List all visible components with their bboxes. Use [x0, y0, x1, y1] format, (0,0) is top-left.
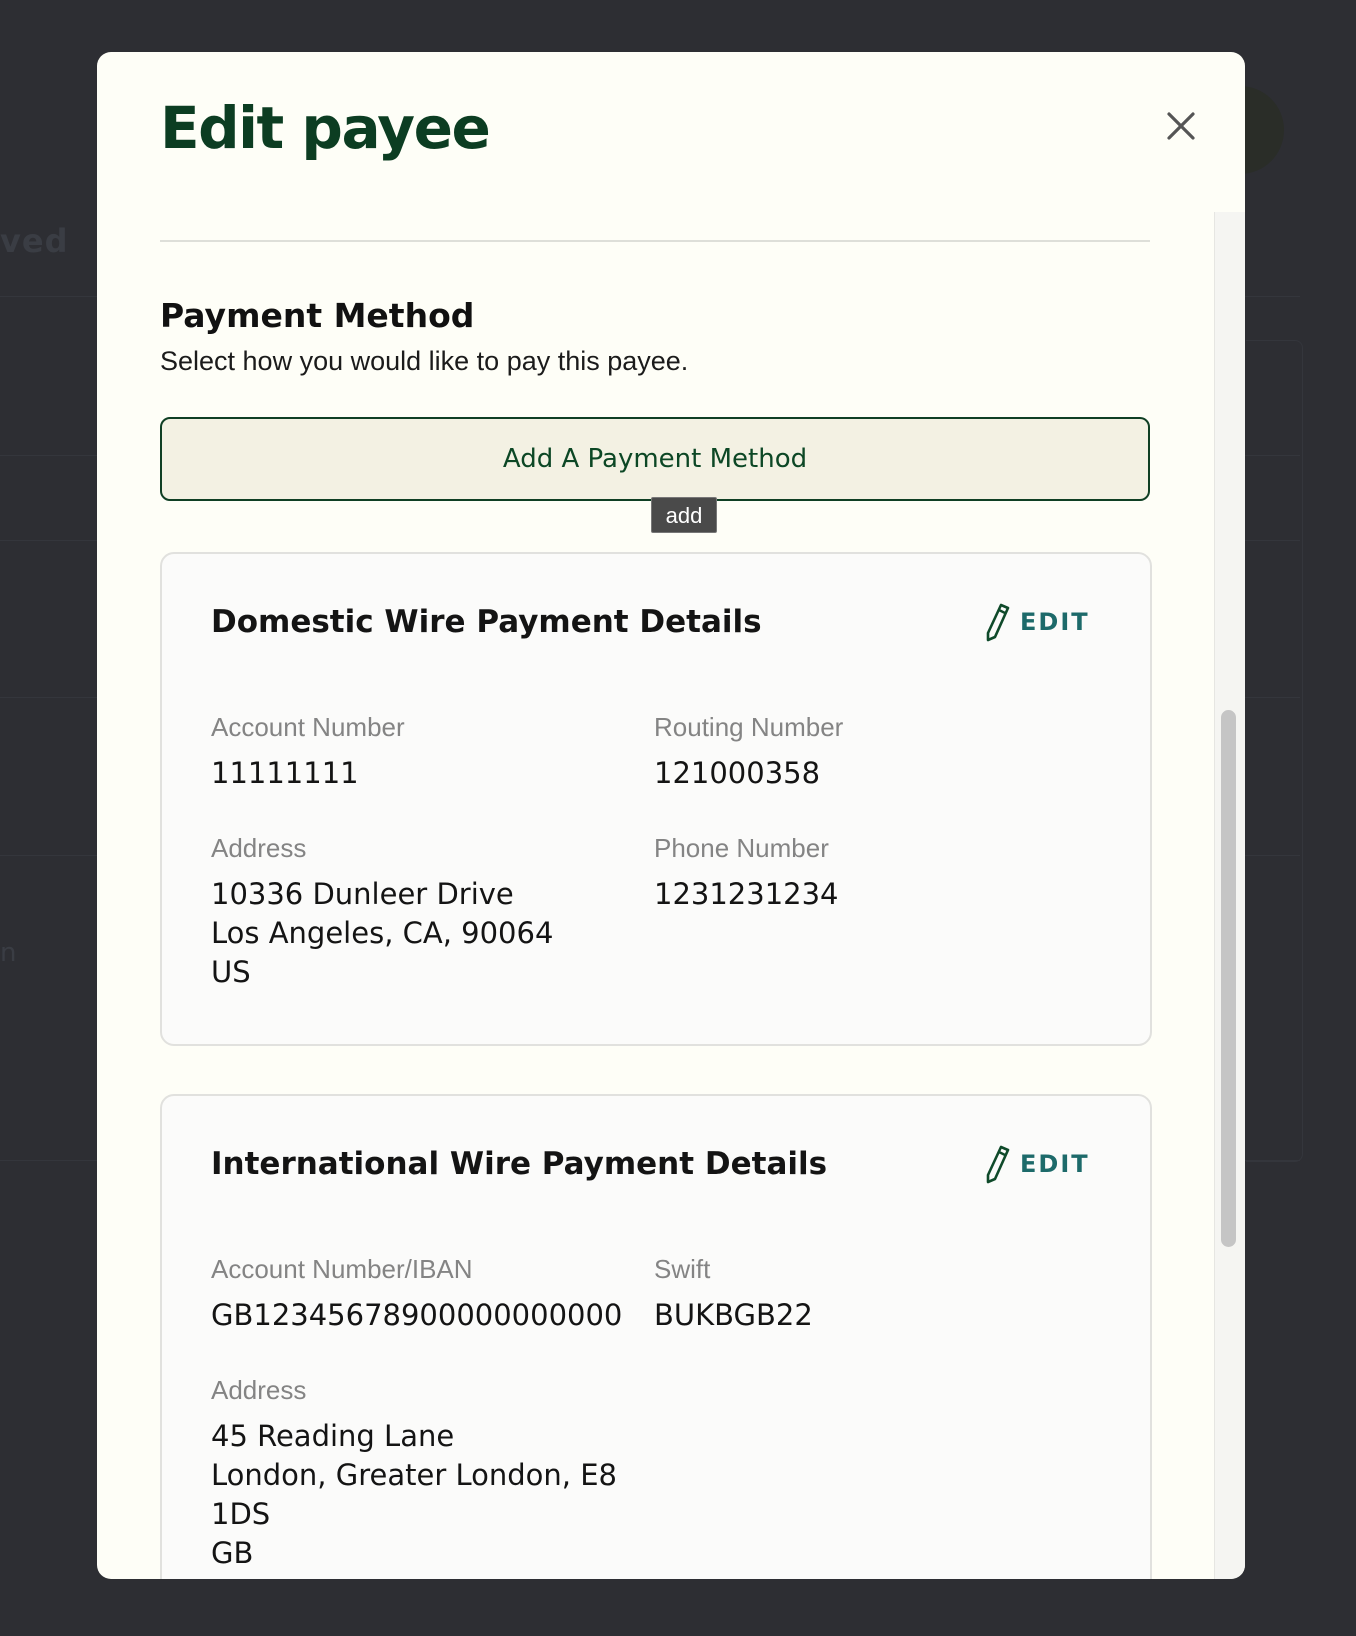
background-tab-label: ved	[0, 222, 69, 260]
swift-label: Swift	[654, 1254, 711, 1284]
routing-number-value: 121000358	[654, 756, 821, 790]
background-card	[1246, 340, 1303, 1162]
iban-label: Account Number/IBAN	[211, 1254, 473, 1284]
domestic-card-title: Domestic Wire Payment Details	[211, 604, 762, 640]
international-edit-label: EDIT	[1020, 1150, 1090, 1178]
payment-method-subtitle: Select how you would like to pay this pa…	[160, 346, 689, 376]
close-button[interactable]	[1160, 105, 1202, 147]
address-line-1: 10336 Dunleer Drive	[211, 877, 514, 911]
address-line-3: US	[211, 955, 251, 989]
close-icon	[1167, 112, 1195, 140]
modal-title: Edit payee	[160, 94, 491, 162]
intl-address-label: Address	[211, 1375, 307, 1405]
swift-value: BUKBGB22	[654, 1298, 813, 1332]
international-edit-button[interactable]: EDIT	[982, 1144, 1090, 1184]
background-text: n	[0, 938, 18, 968]
edit-payee-modal: Edit payee Payment Method Select how you…	[97, 52, 1245, 1579]
intl-address-line-2: London, Greater London, E8	[211, 1458, 617, 1492]
scrollbar-thumb[interactable]	[1221, 710, 1236, 1247]
intl-address-line-4: GB	[211, 1536, 254, 1570]
account-number-value: 11111111	[211, 756, 359, 790]
intl-address-line-3: 1DS	[211, 1497, 271, 1531]
phone-number-value: 1231231234	[654, 877, 839, 911]
section-divider	[160, 240, 1150, 242]
address-line-2: Los Angeles, CA, 90064	[211, 916, 554, 950]
domestic-wire-card: Domestic Wire Payment Details EDIT Accou…	[160, 552, 1152, 1046]
domestic-edit-label: EDIT	[1020, 608, 1090, 636]
international-wire-card: International Wire Payment Details EDIT …	[160, 1094, 1152, 1579]
add-tooltip: add	[651, 497, 717, 533]
iban-value: GB12345678900000000000	[211, 1298, 623, 1332]
domestic-edit-button[interactable]: EDIT	[982, 602, 1090, 642]
account-number-label: Account Number	[211, 712, 405, 742]
add-payment-method-button[interactable]: Add A Payment Method	[160, 417, 1150, 501]
intl-address-line-1: 45 Reading Lane	[211, 1419, 455, 1453]
pencil-icon	[986, 1145, 1010, 1184]
pencil-icon	[986, 603, 1010, 642]
international-card-title: International Wire Payment Details	[211, 1146, 828, 1182]
address-label: Address	[211, 833, 307, 863]
phone-number-label: Phone Number	[654, 833, 829, 863]
payment-method-title: Payment Method	[160, 296, 475, 335]
routing-number-label: Routing Number	[654, 712, 844, 742]
